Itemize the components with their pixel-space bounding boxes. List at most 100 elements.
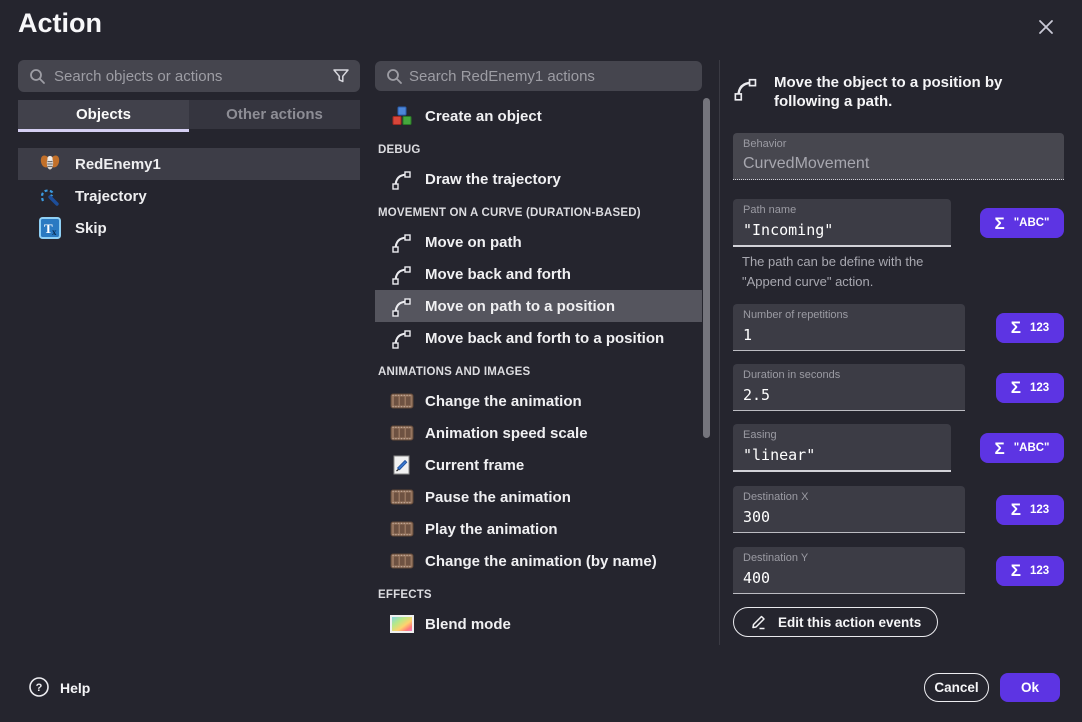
expression-builder-button[interactable]: Σ"ABC" xyxy=(980,433,1064,463)
field-row: Duration in seconds Σ 123 xyxy=(733,364,1064,411)
action-label: Move back and forth xyxy=(425,266,571,283)
cancel-button[interactable]: Cancel xyxy=(924,673,989,702)
film-icon xyxy=(390,517,414,541)
film-icon xyxy=(390,485,414,509)
expression-builder-button[interactable]: Σ123 xyxy=(996,556,1064,586)
actions-search-box xyxy=(375,61,702,91)
destination-x-input[interactable] xyxy=(743,507,955,527)
action-row[interactable]: Change the animation xyxy=(375,385,702,417)
actions-search-input[interactable] xyxy=(375,61,702,91)
trajectory-object-icon xyxy=(38,184,62,208)
curve-icon xyxy=(390,326,414,350)
film-icon xyxy=(390,549,414,573)
number-of-repetitions-input[interactable] xyxy=(743,325,955,345)
field-path-name[interactable]: Path name xyxy=(733,199,951,247)
frame-icon xyxy=(390,453,414,477)
expression-builder-button[interactable]: Σ 123 xyxy=(996,373,1064,403)
objects-search-input[interactable] xyxy=(18,60,360,92)
field-row: Number of repetitions Σ 123 xyxy=(733,304,1064,351)
field-destination-x[interactable]: Destination X xyxy=(733,486,965,533)
field-number-of-repetitions[interactable]: Number of repetitions xyxy=(733,304,965,351)
field-helper-text: The path can be define with the"Append c… xyxy=(742,252,1064,292)
action-label: Current frame xyxy=(425,457,524,474)
field-destination-y[interactable]: Destination Y xyxy=(733,547,965,594)
action-row[interactable]: Draw the trajectory xyxy=(375,163,702,195)
action-row[interactable]: Animation speed scale xyxy=(375,417,702,449)
text-object-icon: Tx xyxy=(38,216,62,240)
path-name-input[interactable] xyxy=(743,220,941,240)
behavior-input xyxy=(743,154,1054,174)
action-row[interactable]: Pause the animation xyxy=(375,481,702,513)
ok-button[interactable]: Ok xyxy=(1000,673,1060,702)
expression-builder-button[interactable]: Σ 123 xyxy=(996,495,1064,525)
action-list: Create an objectDEBUGDraw the trajectory… xyxy=(375,100,702,640)
edit-action-events-button[interactable]: Edit this action events xyxy=(733,607,938,637)
tab-other-actions[interactable]: Other actions xyxy=(189,100,360,129)
field-row: Destination Y Σ123 xyxy=(733,547,1064,594)
search-icon xyxy=(28,67,46,90)
action-row[interactable]: Move on path xyxy=(375,226,702,258)
action-row[interactable]: Move on path to a position xyxy=(375,290,702,322)
action-label: Blend mode xyxy=(425,616,511,633)
help-button[interactable]: ? Help xyxy=(28,675,90,701)
expression-type-label: "ABC" xyxy=(1014,442,1050,454)
close-icon xyxy=(1036,17,1056,40)
action-row[interactable]: Change the animation (by name) xyxy=(375,545,702,577)
sigma-icon: Σ xyxy=(994,215,1004,232)
field-row: Destination X Σ 123 xyxy=(733,486,1064,533)
blend-mode-icon xyxy=(390,612,414,636)
action-label: Move on path to a position xyxy=(425,298,615,315)
expression-type-label: 123 xyxy=(1030,504,1049,516)
field-easing[interactable]: Easing xyxy=(733,424,951,472)
action-label: Pause the animation xyxy=(425,489,571,506)
action-row[interactable]: Current frame xyxy=(375,449,702,481)
action-row[interactable]: Move back and forth xyxy=(375,258,702,290)
action-row[interactable]: Move back and forth to a position xyxy=(375,322,702,354)
svg-text:x: x xyxy=(52,227,57,237)
action-row[interactable]: Create an object xyxy=(375,100,702,132)
field-duration-in-seconds[interactable]: Duration in seconds xyxy=(733,364,965,411)
film-icon xyxy=(390,389,414,413)
object-label: RedEnemy1 xyxy=(75,156,161,173)
expression-type-label: 123 xyxy=(1030,382,1049,394)
curve-icon xyxy=(733,75,759,106)
panel-divider xyxy=(719,60,720,645)
sigma-icon: Σ xyxy=(1011,501,1021,518)
expression-builder-button[interactable]: Σ"ABC" xyxy=(980,208,1064,238)
sigma-icon: Σ xyxy=(1011,319,1021,336)
field-label: Destination Y xyxy=(743,552,955,565)
object-row[interactable]: TxSkip xyxy=(18,212,360,244)
curve-icon xyxy=(390,294,414,318)
sigma-icon: Σ xyxy=(1011,562,1021,579)
tab-objects[interactable]: Objects xyxy=(18,100,189,129)
field-label: Duration in seconds xyxy=(743,369,955,382)
duration-in-seconds-input[interactable] xyxy=(743,385,955,405)
objects-panel: Objects Other actions RedEnemy1 Trajector… xyxy=(18,60,360,244)
action-label: Draw the trajectory xyxy=(425,171,561,188)
parameter-fields: BehaviorPath nameΣ"ABC"The path can be d… xyxy=(733,133,1064,594)
expression-type-label: 123 xyxy=(1030,322,1049,334)
destination-y-input[interactable] xyxy=(743,568,955,588)
field-label: Path name xyxy=(743,204,941,217)
field-behavior: Behavior xyxy=(733,133,1064,180)
pencil-icon xyxy=(750,612,768,633)
expression-builder-button[interactable]: Σ 123 xyxy=(996,313,1064,343)
sigma-icon: Σ xyxy=(1011,379,1021,396)
action-label: Move on path xyxy=(425,234,522,251)
field-row: Path name Σ"ABC" xyxy=(733,199,1064,247)
action-row[interactable]: Play the animation xyxy=(375,513,702,545)
action-row[interactable]: Blend mode xyxy=(375,608,702,640)
object-row[interactable]: Trajectory xyxy=(18,180,360,212)
easing-input[interactable] xyxy=(743,445,941,465)
actions-scrollbar-thumb[interactable] xyxy=(703,98,710,438)
field-label: Behavior xyxy=(743,138,1054,151)
search-icon xyxy=(385,67,403,90)
action-group-header: EFFECTS xyxy=(375,582,702,608)
action-group-header: MOVEMENT ON A CURVE (DURATION-BASED) xyxy=(375,200,702,226)
filter-icon[interactable] xyxy=(331,66,351,91)
action-group-header: ANIMATIONS AND IMAGES xyxy=(375,359,702,385)
close-button[interactable] xyxy=(1032,14,1060,42)
field-row: Behavior xyxy=(733,133,1064,180)
object-row[interactable]: RedEnemy1 xyxy=(18,148,360,180)
svg-text:?: ? xyxy=(36,682,43,694)
